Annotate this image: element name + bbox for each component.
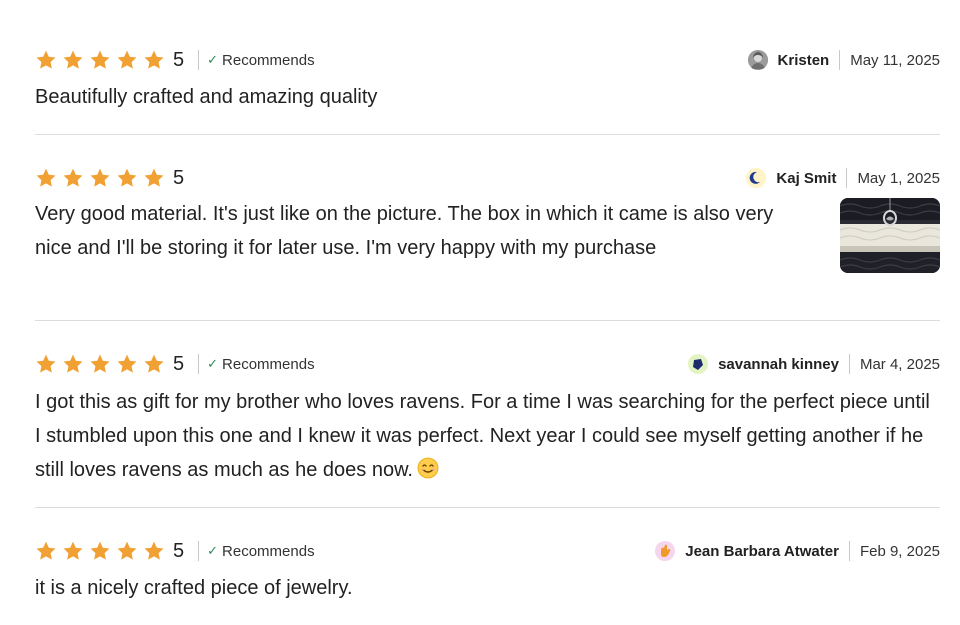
star-icon	[62, 49, 84, 71]
review-text: Very good material. It's just like on th…	[35, 203, 774, 259]
star-icon	[116, 353, 138, 375]
review-item: 5 Kaj Smit May 1, 2025 Very good materia…	[35, 165, 940, 305]
reviewer-name[interactable]: Jean Barbara Atwater	[685, 543, 839, 560]
star-icon	[89, 167, 111, 189]
review-meta: Kaj Smit May 1, 2025	[746, 165, 940, 191]
divider	[848, 541, 850, 561]
check-icon: ✓	[207, 543, 219, 558]
check-icon: ✓	[207, 52, 219, 67]
star-rating	[35, 540, 170, 562]
recommends-badge: ✓ Recommends	[207, 52, 314, 69]
rating-line: 5 ✓ Recommends	[35, 538, 315, 564]
divider	[846, 168, 848, 188]
star-icon	[62, 540, 84, 562]
review-meta: Kristen May 11, 2025	[747, 47, 940, 73]
star-rating	[35, 167, 170, 189]
review-date: May 1, 2025	[857, 169, 940, 187]
review-text: it is a nicely crafted piece of jewelry.	[35, 577, 353, 599]
check-icon: ✓	[207, 356, 219, 371]
moon-avatar-icon[interactable]	[746, 168, 767, 188]
star-icon	[62, 353, 84, 375]
star-icon	[89, 540, 111, 562]
reviewer-name[interactable]: Kristen	[778, 52, 830, 69]
review-text: I got this as gift for my brother who lo…	[35, 385, 935, 487]
star-icon	[116, 49, 138, 71]
star-icon	[62, 167, 84, 189]
review-divider	[35, 134, 940, 135]
divider	[839, 50, 841, 70]
review-divider	[35, 320, 940, 321]
review-date: Feb 9, 2025	[859, 542, 940, 560]
review-text-body: I got this as gift for my brother who lo…	[35, 391, 930, 481]
star-icon	[143, 353, 165, 375]
star-icon	[89, 49, 111, 71]
recommends-badge: ✓ Recommends	[207, 356, 314, 373]
rating-line: 5 ✓ Recommends	[35, 47, 315, 73]
rating-line: 5	[35, 165, 184, 191]
rating-value: 5	[173, 166, 185, 189]
star-icon	[35, 49, 57, 71]
review-item: 5 ✓ Recommends Kristen May 11, 2025 Beau…	[35, 47, 940, 117]
star-icon	[143, 167, 165, 189]
recommends-badge: ✓ Recommends	[207, 543, 314, 560]
star-icon	[35, 353, 57, 375]
reviewer-name[interactable]: savannah kinney	[718, 356, 839, 373]
star-rating	[35, 353, 170, 375]
star-rating	[35, 49, 170, 71]
review-divider	[35, 507, 940, 508]
gem-avatar-icon[interactable]	[688, 354, 709, 374]
review-item: 5 ✓ Recommends Jean Barbara Atwater Feb …	[35, 538, 940, 608]
recommends-label: Recommends	[222, 51, 315, 69]
star-icon	[35, 540, 57, 562]
hand-avatar-icon[interactable]	[655, 541, 676, 561]
review-item: 5 ✓ Recommends savannah kinney Mar 4, 20…	[35, 351, 940, 491]
star-icon	[116, 540, 138, 562]
review-photo-thumbnail[interactable]	[840, 198, 940, 273]
star-icon	[89, 353, 111, 375]
user-photo-avatar-icon[interactable]	[747, 50, 768, 70]
review-text: Beautifully crafted and amazing quality	[35, 86, 378, 108]
rating-line: 5 ✓ Recommends	[35, 351, 315, 377]
smiling-face-emoji-icon	[417, 456, 439, 479]
star-icon	[143, 540, 165, 562]
reviews-list: 5 ✓ Recommends Kristen May 11, 2025 Beau…	[0, 0, 960, 625]
rating-value: 5	[173, 539, 185, 562]
star-icon	[35, 167, 57, 189]
star-icon	[116, 167, 138, 189]
rating-value: 5	[173, 48, 185, 71]
reviewer-name[interactable]: Kaj Smit	[776, 170, 836, 187]
recommends-label: Recommends	[222, 355, 315, 373]
recommends-label: Recommends	[222, 542, 315, 560]
divider	[198, 354, 200, 374]
review-meta: Jean Barbara Atwater Feb 9, 2025	[655, 538, 940, 564]
star-icon	[143, 49, 165, 71]
divider	[848, 354, 850, 374]
divider	[198, 50, 200, 70]
review-date: May 11, 2025	[850, 51, 940, 69]
review-meta: savannah kinney Mar 4, 2025	[688, 351, 940, 377]
rating-value: 5	[173, 352, 185, 375]
review-date: Mar 4, 2025	[859, 355, 940, 373]
divider	[198, 541, 200, 561]
